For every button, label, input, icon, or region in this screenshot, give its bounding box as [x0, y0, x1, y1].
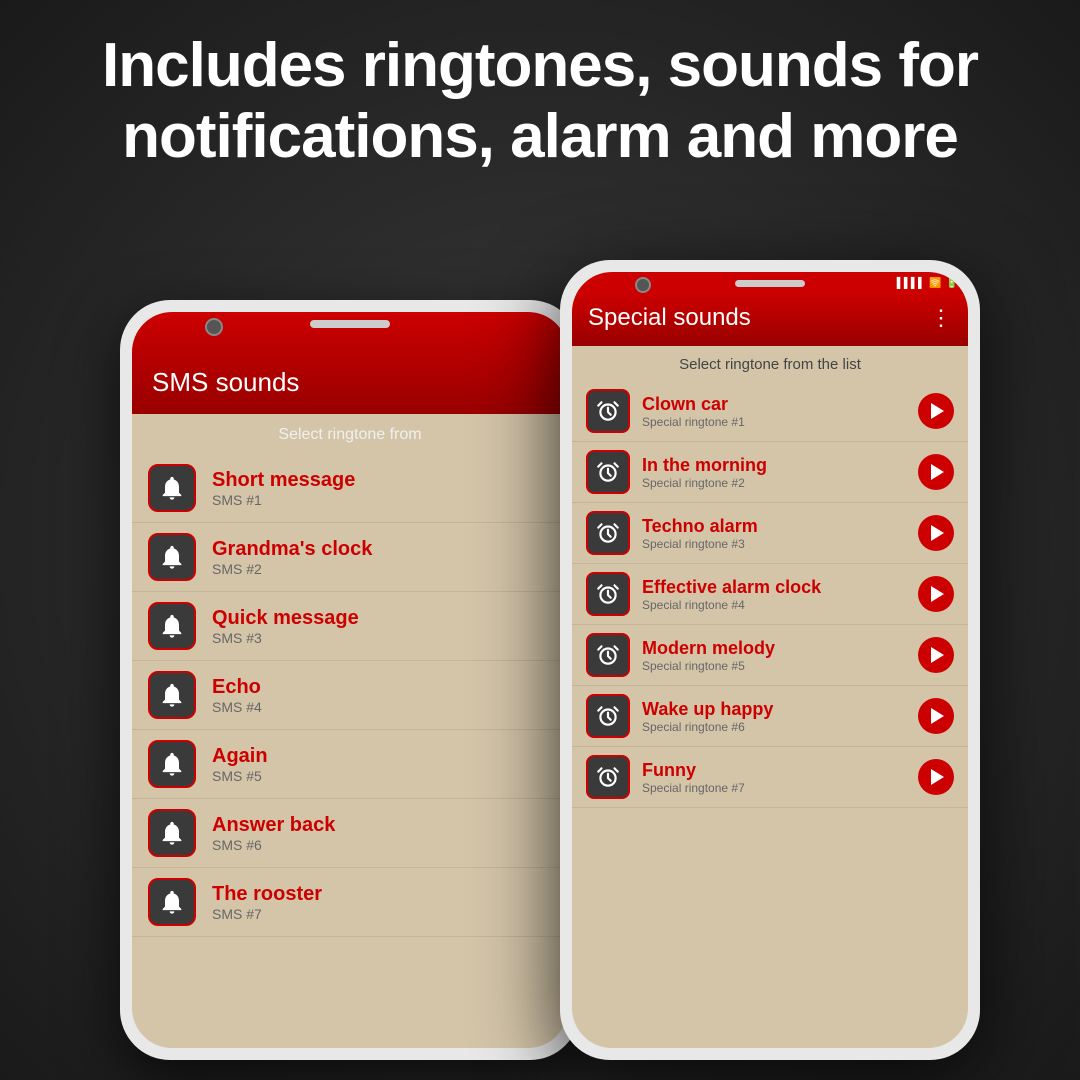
- sms-list: Short message SMS #1 Grandma's clock SMS…: [132, 454, 568, 937]
- sms-item[interactable]: Answer back SMS #6: [132, 799, 568, 868]
- play-button[interactable]: [918, 454, 954, 490]
- bell-icon: [148, 878, 196, 926]
- phone1-title: SMS sounds: [152, 367, 548, 398]
- bell-icon: [148, 533, 196, 581]
- bell-icon: [148, 740, 196, 788]
- bell-icon: [148, 671, 196, 719]
- signal-icon: ▌▌▌▌: [897, 278, 925, 289]
- sms-item[interactable]: Grandma's clock SMS #2: [132, 523, 568, 592]
- play-button[interactable]: [918, 759, 954, 795]
- sms-name: Answer back: [212, 814, 335, 837]
- special-sub: Special ringtone #5: [642, 659, 918, 673]
- sms-name: Short message: [212, 469, 355, 492]
- special-name: Techno alarm: [642, 516, 918, 537]
- sms-sub: SMS #1: [212, 492, 355, 508]
- phone2-title: Special sounds: [588, 304, 751, 332]
- sms-name: The rooster: [212, 883, 322, 906]
- phone1-camera: [205, 318, 223, 336]
- special-item[interactable]: Wake up happy Special ringtone #6: [572, 686, 968, 747]
- special-sub: Special ringtone #3: [642, 537, 918, 551]
- special-name: In the morning: [642, 455, 918, 476]
- sms-name: Again: [212, 745, 268, 768]
- bell-icon: [148, 809, 196, 857]
- sms-item[interactable]: Echo SMS #4: [132, 661, 568, 730]
- special-sub: Special ringtone #6: [642, 720, 918, 734]
- special-name: Effective alarm clock: [642, 577, 918, 598]
- special-item[interactable]: Techno alarm Special ringtone #3: [572, 503, 968, 564]
- special-sub: Special ringtone #1: [642, 415, 918, 429]
- alarm-icon: [586, 572, 630, 616]
- sms-sub: SMS #7: [212, 906, 322, 922]
- sms-name: Grandma's clock: [212, 538, 372, 561]
- phone2-subtitle: Select ringtone from the list: [572, 346, 968, 381]
- special-sub: Special ringtone #4: [642, 598, 918, 612]
- battery-icon: 🔋: [946, 278, 958, 289]
- phone1-subtitle: Select ringtone from: [132, 414, 568, 454]
- headline-line2: notifications, alarm and more: [122, 102, 958, 171]
- sms-item[interactable]: Short message SMS #1: [132, 454, 568, 523]
- phone1-speaker: [310, 320, 390, 328]
- play-button[interactable]: [918, 637, 954, 673]
- phone1-inner: SMS sounds Select ringtone from Short me…: [132, 312, 568, 1048]
- phone2-inner: ▌▌▌▌ 🛜 🔋 Special sounds ⋮ Select rington…: [572, 272, 968, 1048]
- wifi-icon: 🛜: [929, 278, 941, 289]
- sms-sub: SMS #3: [212, 630, 359, 646]
- bell-icon: [148, 464, 196, 512]
- sms-name: Echo: [212, 676, 262, 699]
- alarm-icon: [586, 450, 630, 494]
- bell-icon: [148, 602, 196, 650]
- sms-item[interactable]: The rooster SMS #7: [132, 868, 568, 937]
- headline-line1: Includes ringtones, sounds for: [102, 31, 978, 100]
- phones-container: SMS sounds Select ringtone from Short me…: [90, 260, 990, 1080]
- sms-item[interactable]: Again SMS #5: [132, 730, 568, 799]
- sms-item[interactable]: Quick message SMS #3: [132, 592, 568, 661]
- special-list: Clown car Special ringtone #1 In the mor…: [572, 381, 968, 808]
- sms-sub: SMS #4: [212, 699, 262, 715]
- alarm-icon: [586, 694, 630, 738]
- special-name: Clown car: [642, 394, 918, 415]
- phone2-speaker: [735, 280, 805, 287]
- sms-sub: SMS #2: [212, 561, 372, 577]
- special-item[interactable]: Effective alarm clock Special ringtone #…: [572, 564, 968, 625]
- phone2-camera: [635, 277, 651, 293]
- alarm-icon: [586, 511, 630, 555]
- special-sub: Special ringtone #7: [642, 781, 918, 795]
- special-sub: Special ringtone #2: [642, 476, 918, 490]
- more-icon[interactable]: ⋮: [930, 305, 952, 331]
- phone2-header: Special sounds ⋮: [572, 294, 968, 346]
- play-button[interactable]: [918, 393, 954, 429]
- phone2: ▌▌▌▌ 🛜 🔋 Special sounds ⋮ Select rington…: [560, 260, 980, 1060]
- special-item[interactable]: In the morning Special ringtone #2: [572, 442, 968, 503]
- headline: Includes ringtones, sounds for notificat…: [0, 0, 1080, 193]
- alarm-icon: [586, 389, 630, 433]
- sms-name: Quick message: [212, 607, 359, 630]
- special-item[interactable]: Funny Special ringtone #7: [572, 747, 968, 808]
- sms-sub: SMS #6: [212, 837, 335, 853]
- alarm-icon: [586, 755, 630, 799]
- play-button[interactable]: [918, 515, 954, 551]
- play-button[interactable]: [918, 576, 954, 612]
- phone1: SMS sounds Select ringtone from Short me…: [120, 300, 580, 1060]
- special-item[interactable]: Clown car Special ringtone #1: [572, 381, 968, 442]
- special-item[interactable]: Modern melody Special ringtone #5: [572, 625, 968, 686]
- special-name: Modern melody: [642, 638, 918, 659]
- alarm-icon: [586, 633, 630, 677]
- sms-sub: SMS #5: [212, 768, 268, 784]
- special-name: Funny: [642, 760, 918, 781]
- play-button[interactable]: [918, 698, 954, 734]
- special-name: Wake up happy: [642, 699, 918, 720]
